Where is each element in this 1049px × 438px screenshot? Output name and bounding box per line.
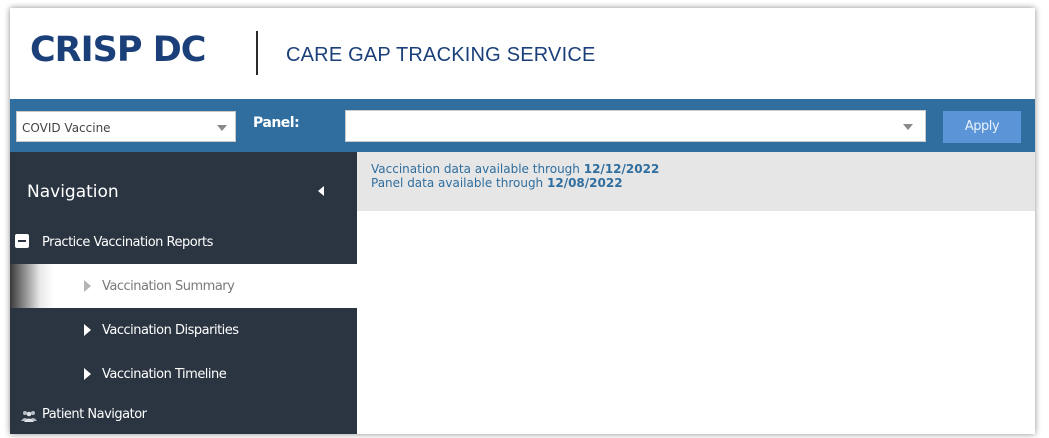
patient-navigator-label: Patient Navigator <box>42 407 147 422</box>
vaccination-date: 12/12/2022 <box>583 162 660 176</box>
panel-select[interactable] <box>345 110 926 142</box>
header: CRISP DC CARE GAP TRACKING SERVICE <box>10 8 1035 99</box>
sidebar-item-vaccination-timeline[interactable]: Vaccination Timeline <box>10 352 357 396</box>
app-window: CRISP DC CARE GAP TRACKING SERVICE COVID… <box>10 8 1035 434</box>
vaccine-select-value: COVID Vaccine <box>22 121 111 135</box>
sidebar: Navigation Practice Vaccination Reports … <box>10 152 357 434</box>
people-icon <box>21 411 37 422</box>
sidebar-item-label: Vaccination Disparities <box>102 323 239 338</box>
sidebar-item-vaccination-disparities[interactable]: Vaccination Disparities <box>10 308 357 352</box>
sidebar-item-label: Vaccination Summary <box>102 279 235 294</box>
vaccination-availability-text: Vaccination data available through <box>371 162 580 176</box>
service-title: CARE GAP TRACKING SERVICE <box>286 44 596 66</box>
header-divider <box>256 31 258 75</box>
main-content: Vaccination data available through 12/12… <box>357 152 1035 434</box>
caret-down-icon <box>903 124 913 130</box>
caret-right-icon <box>84 324 91 336</box>
apply-button[interactable]: Apply <box>943 111 1021 143</box>
caret-down-icon <box>217 125 227 131</box>
panel-availability-text: Panel data available through <box>371 176 544 190</box>
navigation-title: Navigation <box>27 182 119 202</box>
panel-availability-line: Panel data available through 12/08/2022 <box>371 176 1035 190</box>
nav-group-label: Practice Vaccination Reports <box>42 235 213 250</box>
vaccination-availability-line: Vaccination data available through 12/12… <box>371 162 1035 176</box>
sidebar-item-patient-navigator[interactable]: Patient Navigator <box>10 396 357 434</box>
vaccine-select[interactable]: COVID Vaccine <box>16 111 236 142</box>
sidebar-item-label: Vaccination Timeline <box>102 367 227 382</box>
nav-group-practice-vaccination-reports[interactable]: Practice Vaccination Reports <box>10 220 357 264</box>
crisp-dc-logo: CRISP DC <box>30 30 206 70</box>
panel-date: 12/08/2022 <box>547 176 623 190</box>
data-availability-banner: Vaccination data available through 12/12… <box>357 152 1035 211</box>
caret-right-icon <box>84 280 91 292</box>
panel-label: Panel: <box>253 115 300 131</box>
caret-right-icon <box>84 368 91 380</box>
caret-left-icon[interactable] <box>318 186 324 196</box>
minus-square-icon[interactable] <box>15 234 29 248</box>
navigation-header: Navigation <box>10 152 357 220</box>
sidebar-item-vaccination-summary[interactable]: Vaccination Summary <box>10 264 357 308</box>
toolbar: COVID Vaccine Panel: Apply <box>10 99 1035 152</box>
